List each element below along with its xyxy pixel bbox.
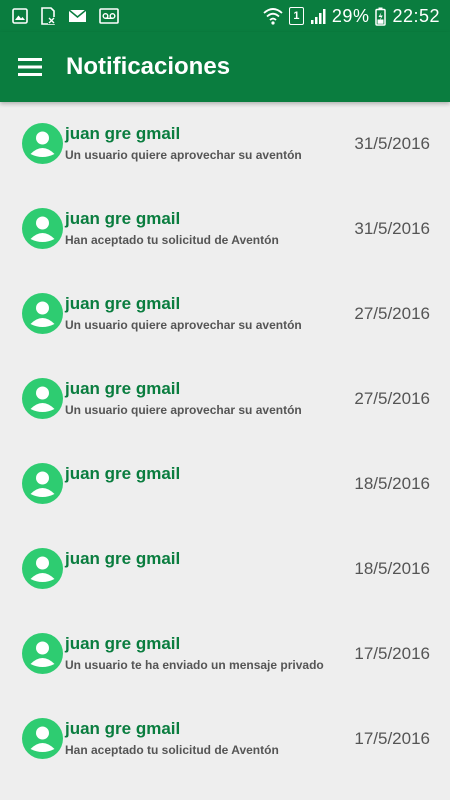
hamburger-menu-icon[interactable] bbox=[0, 32, 60, 102]
notification-item[interactable]: juan gre gmail Un usuario quiere aprovec… bbox=[0, 357, 450, 442]
notification-list[interactable]: juan gre gmail Un usuario quiere aprovec… bbox=[0, 102, 450, 782]
wifi-icon bbox=[263, 7, 283, 25]
image-icon bbox=[12, 8, 28, 24]
notification-date: 27/5/2016 bbox=[354, 304, 430, 323]
battery-percentage: 29% bbox=[331, 5, 370, 26]
avatar-icon bbox=[22, 633, 63, 674]
avatar-icon bbox=[22, 718, 63, 759]
page-title: Notificaciones bbox=[66, 53, 231, 80]
notification-item[interactable]: juan gre gmail 18/5/2016 bbox=[0, 527, 450, 612]
app-bar: Notificaciones bbox=[0, 32, 450, 102]
avatar-icon bbox=[22, 123, 63, 164]
notification-date: 17/5/2016 bbox=[354, 644, 430, 663]
avatar-icon bbox=[22, 293, 63, 334]
notification-date: 18/5/2016 bbox=[354, 559, 430, 578]
avatar-icon bbox=[22, 463, 63, 504]
notification-item[interactable]: juan gre gmail Un usuario quiere aprovec… bbox=[0, 102, 450, 187]
avatar-icon bbox=[22, 208, 63, 249]
notification-date: 31/5/2016 bbox=[354, 134, 430, 153]
notification-title: juan gre gmail bbox=[65, 549, 181, 568]
avatar-icon bbox=[22, 548, 63, 589]
notification-title: juan gre gmail bbox=[65, 294, 181, 313]
status-bar: 1 29% 22:52 bbox=[0, 0, 450, 32]
status-bar-notification-icons bbox=[12, 7, 131, 25]
notification-subtitle: Han aceptado tu solicitud de Aventón bbox=[65, 233, 279, 247]
notification-item[interactable]: juan gre gmail Un usuario te ha enviado … bbox=[0, 612, 450, 697]
mail-icon bbox=[68, 9, 87, 23]
sd-card-icon bbox=[40, 7, 56, 25]
notification-title: juan gre gmail bbox=[65, 209, 181, 228]
notification-title: juan gre gmail bbox=[65, 464, 181, 483]
notification-subtitle: Un usuario quiere aprovechar su aventón bbox=[65, 148, 302, 162]
notification-item[interactable]: juan gre gmail Un usuario quiere aprovec… bbox=[0, 272, 450, 357]
clock: 22:52 bbox=[392, 5, 440, 26]
notification-title: juan gre gmail bbox=[65, 634, 181, 653]
avatar-icon bbox=[22, 378, 63, 419]
notification-date: 27/5/2016 bbox=[354, 389, 430, 408]
notification-subtitle: Un usuario quiere aprovechar su aventón bbox=[65, 403, 302, 417]
notification-title: juan gre gmail bbox=[65, 124, 181, 143]
notification-title: juan gre gmail bbox=[65, 719, 181, 738]
notification-subtitle: Un usuario quiere aprovechar su aventón bbox=[65, 318, 302, 332]
status-bar-system-icons: 1 29% 22:52 bbox=[257, 6, 440, 27]
notification-title: juan gre gmail bbox=[65, 379, 181, 398]
notification-subtitle: Han aceptado tu solicitud de Aventón bbox=[65, 743, 279, 757]
sim-icon: 1 bbox=[288, 7, 304, 25]
signal-icon bbox=[310, 8, 326, 24]
notification-subtitle: Un usuario te ha enviado un mensaje priv… bbox=[65, 658, 324, 672]
notification-date: 18/5/2016 bbox=[354, 474, 430, 493]
notification-date: 31/5/2016 bbox=[354, 219, 430, 238]
notification-item[interactable]: juan gre gmail 18/5/2016 bbox=[0, 442, 450, 527]
voicemail-icon bbox=[99, 8, 119, 24]
battery-icon bbox=[375, 7, 387, 26]
notification-date: 17/5/2016 bbox=[354, 729, 430, 748]
notification-item[interactable]: juan gre gmail Han aceptado tu solicitud… bbox=[0, 187, 450, 272]
notification-item[interactable]: juan gre gmail Han aceptado tu solicitud… bbox=[0, 697, 450, 782]
